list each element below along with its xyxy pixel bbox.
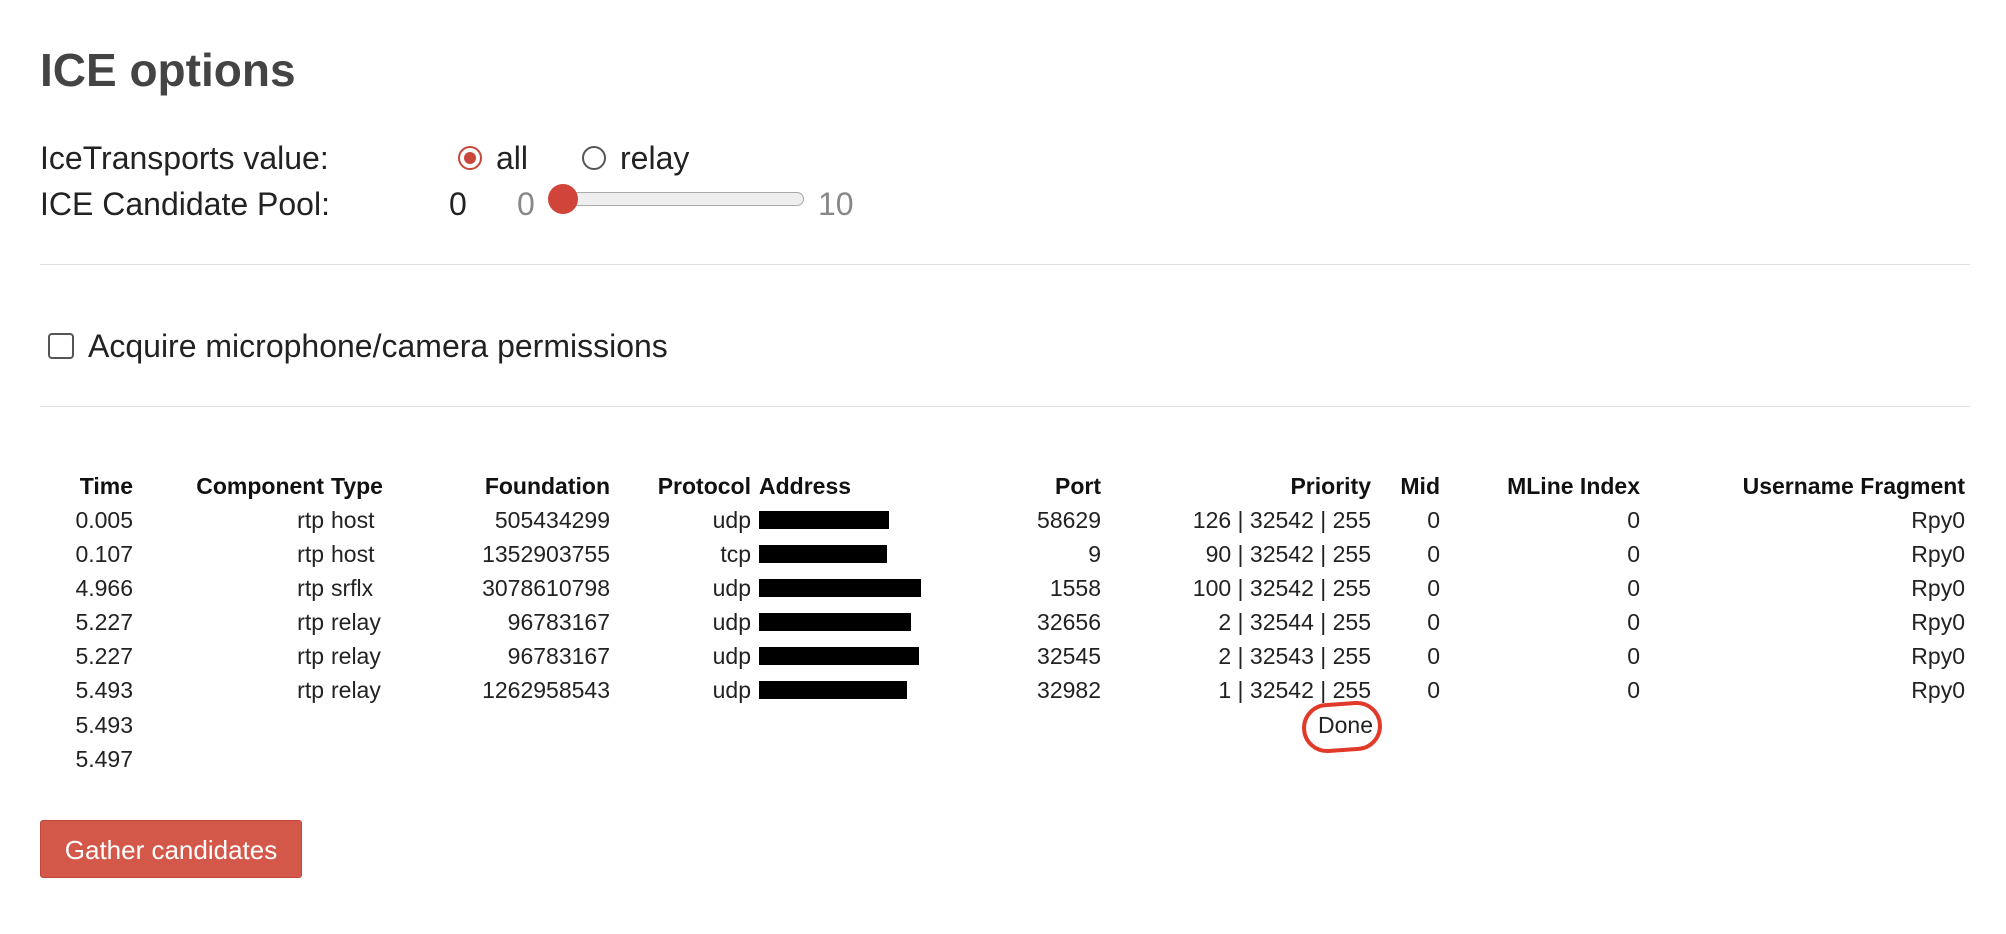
address-redacted: [759, 579, 921, 597]
header-mline-index: MLine Index: [1507, 473, 1640, 499]
cell-mid: 0: [1427, 609, 1440, 635]
radio-all-label: all: [496, 139, 529, 176]
cell-protocol: udp: [712, 575, 751, 601]
radio-relay-button[interactable]: [582, 146, 606, 170]
header-username-fragment: Username Fragment: [1742, 473, 1965, 499]
cell-priority: 2 | 32543 | 255: [1218, 643, 1371, 669]
header-protocol: Protocol: [657, 473, 751, 499]
radio-option-all[interactable]: all: [458, 138, 528, 178]
header-time: Time: [79, 473, 133, 499]
cell-username-fragment: Rpy0: [1911, 575, 1965, 601]
cell-component: rtp: [297, 541, 324, 567]
cell-foundation: 1352903755: [482, 541, 610, 567]
cell-type: relay: [331, 643, 381, 669]
cell-foundation: 96783167: [507, 609, 610, 635]
cell-time: 5.493: [75, 677, 133, 703]
page-title: ICE options: [40, 44, 296, 96]
cell-mline-index: 0: [1627, 643, 1640, 669]
candidate-pool-value: 0: [449, 186, 467, 222]
cell-protocol: udp: [712, 507, 751, 533]
cell-protocol: tcp: [720, 541, 751, 567]
cell-priority: 126 | 32542 | 255: [1192, 507, 1371, 533]
cell-time: 0.107: [75, 541, 133, 567]
cell-mid: 0: [1427, 677, 1440, 703]
radio-all-button[interactable]: [458, 146, 482, 170]
header-component: Component: [196, 473, 324, 499]
cell-type: relay: [331, 677, 381, 703]
address-redacted: [759, 511, 889, 529]
radio-relay-label: relay: [620, 139, 690, 176]
cell-port: 32545: [1037, 643, 1101, 669]
cell-priority: 100 | 32542 | 255: [1192, 575, 1371, 601]
cell-username-fragment: Rpy0: [1911, 609, 1965, 635]
radio-option-relay[interactable]: relay: [582, 138, 689, 178]
table-row-time: 5.497: [75, 746, 133, 772]
cell-port: 32656: [1037, 609, 1101, 635]
slider-min-label: 0: [517, 186, 535, 222]
cell-port: 32982: [1037, 677, 1101, 703]
cell-component: rtp: [297, 575, 324, 601]
candidate-pool-label: ICE Candidate Pool:: [40, 186, 330, 222]
table-row-time: 5.493: [75, 712, 133, 738]
cell-protocol: udp: [712, 677, 751, 703]
header-foundation: Foundation: [484, 473, 610, 499]
ice-transports-label: IceTransports value:: [40, 140, 329, 176]
header-priority: Priority: [1290, 473, 1371, 499]
cell-component: rtp: [297, 507, 324, 533]
cell-time: 4.966: [75, 575, 133, 601]
cell-mline-index: 0: [1627, 677, 1640, 703]
cell-time: 5.227: [75, 643, 133, 669]
cell-mid: 0: [1427, 575, 1440, 601]
cell-port: 58629: [1037, 507, 1101, 533]
address-redacted: [759, 613, 911, 631]
address-redacted: [759, 681, 907, 699]
cell-foundation: 505434299: [494, 507, 610, 533]
cell-type: relay: [331, 609, 381, 635]
address-redacted: [759, 545, 887, 563]
cell-priority: 90 | 32542 | 255: [1205, 541, 1371, 567]
cell-priority: 2 | 32544 | 255: [1218, 609, 1371, 635]
cell-username-fragment: Rpy0: [1911, 643, 1965, 669]
candidate-pool-slider[interactable]: [556, 192, 804, 206]
cell-component: rtp: [297, 677, 324, 703]
slider-thumb[interactable]: [548, 184, 578, 214]
cell-component: rtp: [297, 609, 324, 635]
cell-type: host: [331, 541, 375, 567]
cell-mid: 0: [1427, 507, 1440, 533]
cell-username-fragment: Rpy0: [1911, 507, 1965, 533]
cell-foundation: 3078610798: [482, 575, 610, 601]
cell-username-fragment: Rpy0: [1911, 677, 1965, 703]
cell-protocol: udp: [712, 643, 751, 669]
permissions-checkbox[interactable]: [48, 333, 74, 359]
gather-candidates-button[interactable]: Gather candidates: [40, 820, 302, 878]
cell-foundation: 96783167: [507, 643, 610, 669]
cell-mid: 0: [1427, 643, 1440, 669]
cell-mline-index: 0: [1627, 507, 1640, 533]
cell-username-fragment: Rpy0: [1911, 541, 1965, 567]
cell-component: rtp: [297, 643, 324, 669]
divider: [40, 406, 1970, 407]
cell-foundation: 1262958543: [482, 677, 610, 703]
cell-mline-index: 0: [1627, 575, 1640, 601]
cell-type: host: [331, 507, 375, 533]
header-mid: Mid: [1400, 473, 1440, 499]
cell-protocol: udp: [712, 609, 751, 635]
header-port: Port: [1055, 473, 1101, 499]
header-address: Address: [759, 473, 852, 499]
cell-type: srflx: [331, 575, 374, 601]
cell-mid: 0: [1427, 541, 1440, 567]
cell-mline-index: 0: [1627, 541, 1640, 567]
slider-max-label: 10: [818, 186, 854, 222]
done-annotation-circle: [1300, 699, 1384, 755]
cell-time: 0.005: [75, 507, 133, 533]
cell-mline-index: 0: [1627, 609, 1640, 635]
divider: [40, 264, 1970, 265]
header-type: Type: [331, 473, 383, 499]
cell-time: 5.227: [75, 609, 133, 635]
cell-port: 1558: [1049, 575, 1101, 601]
address-redacted: [759, 647, 919, 665]
permissions-label: Acquire microphone/camera permissions: [88, 328, 668, 364]
cell-port: 9: [1088, 541, 1101, 567]
